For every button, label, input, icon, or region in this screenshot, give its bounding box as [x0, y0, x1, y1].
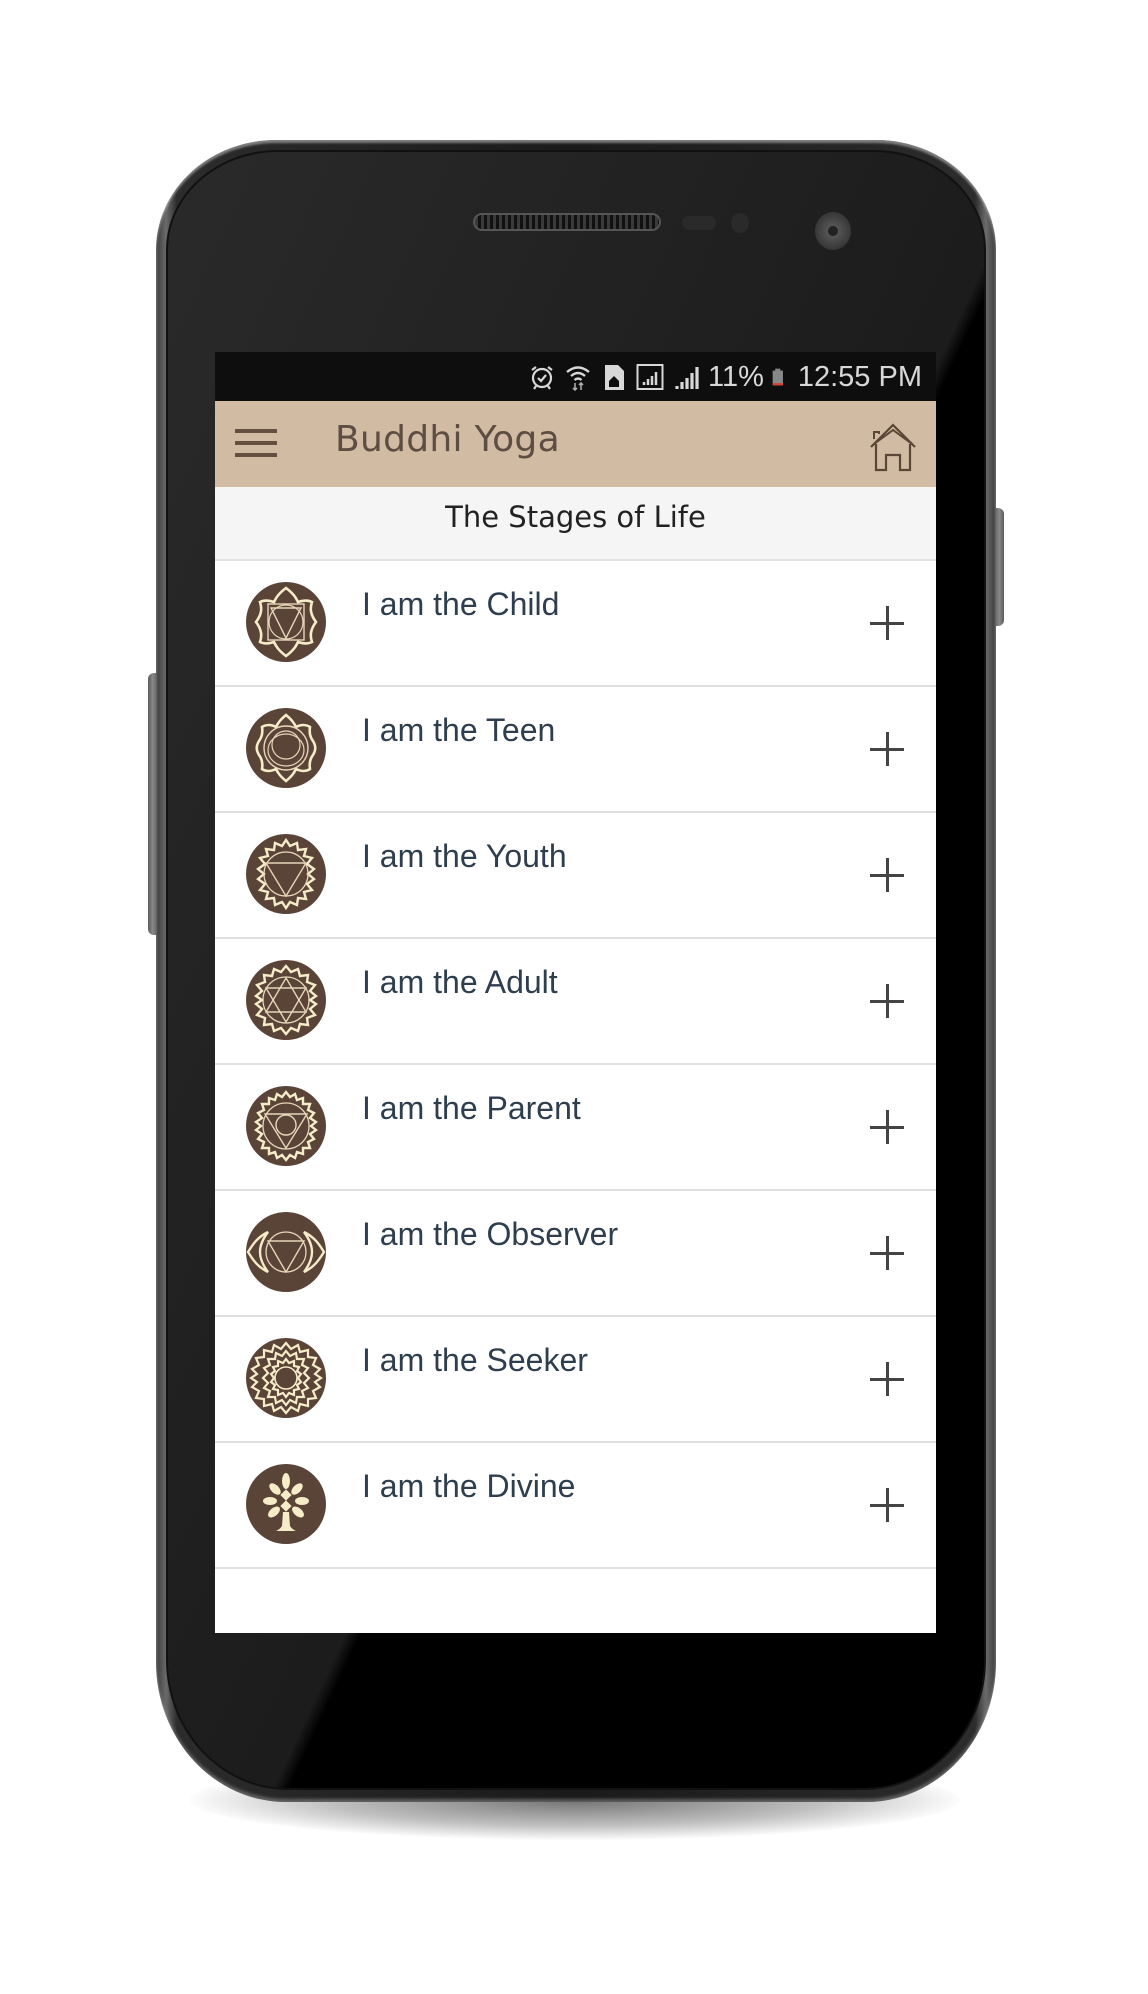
- clock: 12:55 PM: [797, 360, 922, 393]
- hamburger-icon[interactable]: [235, 427, 277, 459]
- stage-label: I am the Seeker: [362, 1342, 588, 1378]
- stage-label: I am the Parent: [362, 1090, 581, 1126]
- expand-plus-icon[interactable]: [870, 858, 904, 892]
- alarm-icon: [531, 366, 553, 390]
- expand-plus-icon[interactable]: [870, 984, 904, 1018]
- light-sensor: [731, 213, 749, 233]
- third-eye-chakra-icon: [246, 1212, 326, 1292]
- list-item[interactable]: I am the Teen: [215, 687, 936, 813]
- home-icon[interactable]: [868, 420, 918, 472]
- stage-label: I am the Adult: [362, 964, 558, 1000]
- stage-label: I am the Teen: [362, 712, 556, 748]
- battery-icon: [772, 368, 783, 386]
- throat-chakra-icon: [246, 1086, 326, 1166]
- list-item[interactable]: I am the Divine: [215, 1443, 936, 1569]
- signal-box-icon: [636, 364, 664, 390]
- front-camera: [815, 212, 851, 250]
- expand-plus-icon[interactable]: [870, 1236, 904, 1270]
- expand-plus-icon[interactable]: [870, 1488, 904, 1522]
- stages-list: I am the Child I am the Teen I am the Yo…: [215, 561, 936, 1569]
- tree-of-life-icon: [246, 1464, 326, 1544]
- solar-plexus-chakra-icon: [246, 834, 326, 914]
- earpiece-speaker: [473, 213, 661, 231]
- app-bar: Buddhi Yoga: [215, 401, 936, 487]
- list-item[interactable]: I am the Youth: [215, 813, 936, 939]
- root-chakra-icon: [246, 582, 326, 662]
- crown-chakra-icon: [246, 1338, 326, 1418]
- status-bar: 11% 12:55 PM: [215, 352, 936, 401]
- sacral-chakra-icon: [246, 708, 326, 788]
- app-title: Buddhi Yoga: [335, 419, 560, 460]
- sim-home-icon: [604, 365, 624, 390]
- stage-label: I am the Observer: [362, 1216, 619, 1252]
- list-item[interactable]: I am the Seeker: [215, 1317, 936, 1443]
- list-item[interactable]: I am the Parent: [215, 1065, 936, 1191]
- stage-label: I am the Youth: [362, 838, 567, 874]
- expand-plus-icon[interactable]: [870, 1110, 904, 1144]
- expand-plus-icon[interactable]: [870, 606, 904, 640]
- list-item[interactable]: I am the Child: [215, 561, 936, 687]
- section-header: The Stages of Life: [215, 487, 936, 561]
- stage-label: I am the Divine: [362, 1468, 576, 1504]
- battery-percent: 11%: [707, 360, 764, 393]
- expand-plus-icon[interactable]: [870, 1362, 904, 1396]
- stage-label: I am the Child: [362, 586, 560, 622]
- wifi-icon: [566, 366, 590, 391]
- section-title: The Stages of Life: [445, 500, 706, 534]
- signal-icon: [675, 367, 699, 389]
- phone-screen: 11% 12:55 PM Buddhi Yoga The Stages of L…: [215, 352, 936, 1633]
- list-item[interactable]: I am the Adult: [215, 939, 936, 1065]
- list-item[interactable]: I am the Observer: [215, 1191, 936, 1317]
- heart-chakra-icon: [246, 960, 326, 1040]
- expand-plus-icon[interactable]: [870, 732, 904, 766]
- proximity-sensor: [682, 216, 716, 230]
